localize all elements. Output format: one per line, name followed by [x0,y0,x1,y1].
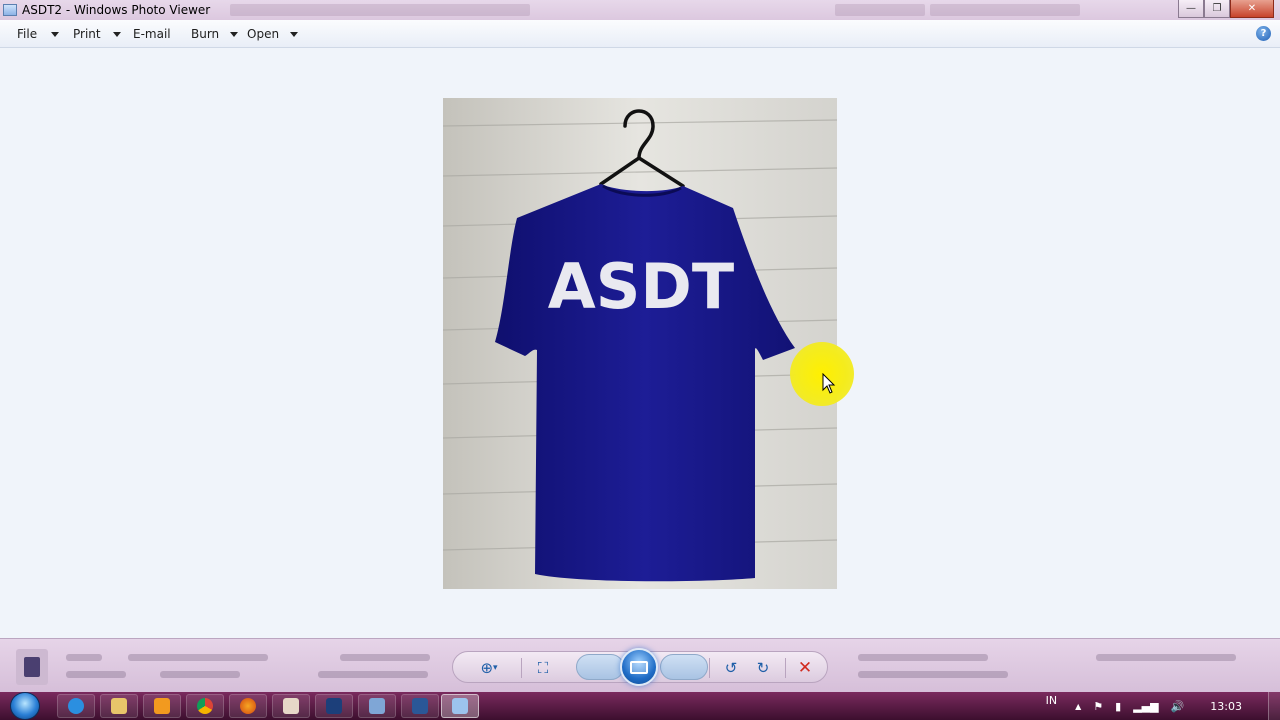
maximize-icon: ❐ [1212,3,1222,14]
blurred-info-text [858,654,988,661]
menu-burn[interactable]: Burn [191,20,239,48]
window-title: ASDT2 - Windows Photo Viewer [22,3,211,17]
delete-icon: ✕ [797,658,813,678]
minimize-button[interactable]: — [1178,0,1204,18]
window-controls: — ❐ ✕ [1178,0,1274,18]
chevron-down-icon [51,31,60,37]
taskbar-internet-explorer[interactable] [57,694,95,718]
slideshow-button[interactable] [620,648,658,686]
chevron-down-icon [112,31,121,37]
internet-explorer-icon [68,698,84,714]
word-icon [412,698,428,714]
next-button-backdrop [660,654,708,680]
blurred-info-text [858,671,1008,678]
blurred-title-area [930,4,1080,16]
blurred-info-text [1096,654,1236,661]
menu-burn-label: Burn [191,27,220,41]
clock[interactable]: 13:03 [1210,700,1242,713]
rotate-clockwise-button[interactable]: ↻ [751,656,775,680]
rotate-counterclockwise-icon: ↺ [724,659,738,677]
divider [709,658,710,678]
blurred-title-area [835,4,925,16]
menu-open[interactable]: Open [247,20,299,48]
blurred-info-text [66,654,102,661]
delete-button[interactable]: ✕ [793,656,817,680]
taskbar-media-player[interactable] [143,694,181,718]
divider [785,658,786,678]
menu-print[interactable]: Print [73,20,121,48]
close-icon: ✕ [1247,3,1257,14]
photo-viewer-app-icon [3,4,17,16]
app-icon [369,698,385,714]
mouse-pointer-icon [822,373,836,394]
language-indicator[interactable]: IN [1046,694,1057,707]
image-thumbnail [16,649,48,685]
menu-file-label: File [17,27,38,41]
blurred-info-text [340,654,430,661]
rotate-counterclockwise-button[interactable]: ↺ [719,656,743,680]
blurred-title-area [230,4,530,16]
power-icon[interactable]: ▮ [1115,700,1121,713]
app-icon [283,698,299,714]
taskbar-firefox[interactable] [229,694,267,718]
menu-email[interactable]: E-mail [133,20,171,48]
blurred-info-text [66,671,126,678]
network-icon[interactable]: ▂▄▆ [1133,700,1158,713]
menu-file[interactable]: File [17,20,60,48]
minimize-icon: — [1186,3,1196,14]
photo: ASDT [443,98,837,589]
chevron-down-icon [290,31,299,37]
taskbar-app[interactable] [358,694,396,718]
photo-viewer-icon [452,698,468,714]
action-center-icon[interactable]: ⚑ [1093,700,1103,713]
chrome-icon [197,698,213,714]
maximize-button[interactable]: ❐ [1204,0,1230,18]
volume-icon[interactable]: 🔊 [1171,700,1185,713]
menu-email-label: E-mail [133,27,171,41]
actual-size-icon: ⛶ [537,659,549,677]
photoshop-icon [326,698,342,714]
taskbar-chrome[interactable] [186,694,224,718]
image-viewport[interactable]: ASDT [0,48,1280,638]
taskbar-photoshop[interactable] [315,694,353,718]
show-desktop-button[interactable] [1268,692,1280,720]
show-hidden-icons-icon[interactable]: ▲ [1075,702,1081,711]
close-button[interactable]: ✕ [1230,0,1274,18]
blurred-info-text [318,671,428,678]
menu-print-label: Print [73,27,101,41]
chevron-down-icon [230,31,239,37]
system-tray: IN ▲ ⚑ ▮ ▂▄▆ 🔊 13:03 [1046,692,1280,720]
blurred-info-text [160,671,240,678]
taskbar-photo-viewer[interactable] [441,694,479,718]
menu-open-label: Open [247,27,280,41]
folder-icon [111,698,127,714]
thumbnail-shirt [24,657,40,677]
previous-button-backdrop [576,654,624,680]
shirt-print-text: ASDT [548,250,734,323]
taskbar-file-explorer[interactable] [100,694,138,718]
title-bar: ASDT2 - Windows Photo Viewer — ❐ ✕ [0,0,1280,20]
divider [521,658,522,678]
zoom-dropdown-icon: ▾ [493,663,498,673]
media-player-icon [154,698,170,714]
menu-bar: File Print E-mail Burn Open ? [0,20,1280,48]
actual-size-button[interactable]: ⛶ [531,656,555,680]
zoom-button[interactable]: ⊕ ▾ [477,656,501,680]
taskbar-app[interactable] [272,694,310,718]
blurred-info-text [128,654,268,661]
slideshow-icon [630,660,648,674]
firefox-icon [240,698,256,714]
taskbar: IN ▲ ⚑ ▮ ▂▄▆ 🔊 13:03 [0,692,1280,720]
start-button[interactable] [10,692,40,720]
zoom-icon: ⊕ [480,659,494,677]
taskbar-word[interactable] [401,694,439,718]
rotate-clockwise-icon: ↻ [756,659,770,677]
help-icon[interactable]: ? [1256,26,1271,41]
